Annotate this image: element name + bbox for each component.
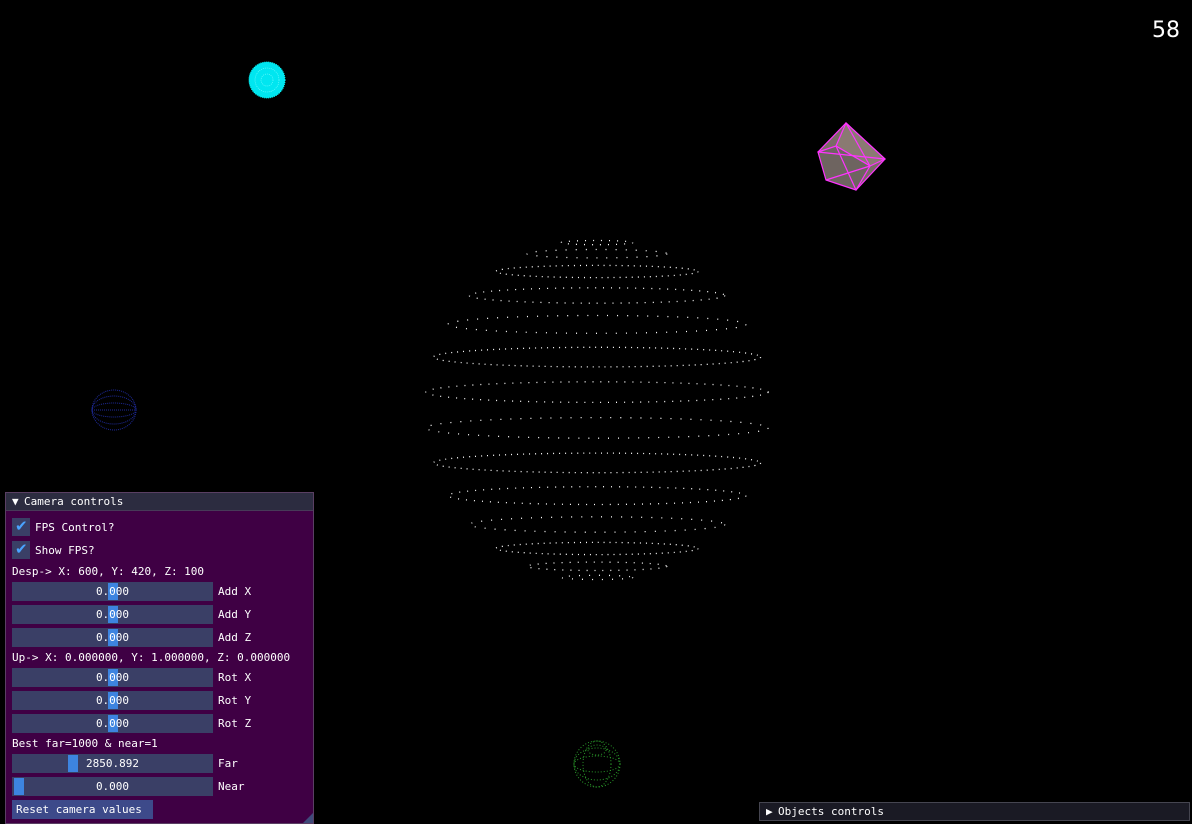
best-far-near-text: Best far=1000 & near=1 [12, 737, 158, 750]
show-fps-label: Show FPS? [35, 544, 95, 557]
rot-z-slider[interactable]: 0.000 [12, 714, 213, 733]
rot-x-label: Rot X [218, 671, 252, 684]
fps-control-label: FPS Control? [35, 521, 115, 534]
add-z-value: 0.000 [95, 631, 130, 644]
add-y-label: Add Y [218, 608, 252, 621]
far-value: 2850.892 [86, 757, 139, 770]
rot-z-label: Rot Z [218, 717, 252, 730]
collapse-arrow-icon[interactable]: ▼ [12, 493, 24, 510]
add-x-slider[interactable]: 0.000 [12, 582, 213, 601]
fps-counter: 58 [1152, 18, 1180, 43]
camera-controls-titlebar[interactable]: ▼ Camera controls [6, 493, 313, 511]
resize-grip[interactable] [303, 813, 313, 823]
rot-y-label: Rot Y [218, 694, 252, 707]
camera-controls-title: Camera controls [24, 495, 124, 508]
fps-control-row: ✔ FPS Control? [12, 517, 313, 538]
point-ring [447, 486, 747, 506]
expand-arrow-icon[interactable]: ▶ [766, 803, 778, 820]
point-ring [468, 516, 726, 533]
point-ring [495, 264, 699, 279]
reset-camera-button[interactable]: Reset camera values [12, 800, 153, 819]
point-ring [425, 416, 769, 439]
show-fps-row: ✔ Show FPS? [12, 540, 313, 561]
far-slider[interactable]: 2850.892 [12, 754, 213, 773]
objects-controls-window[interactable]: ▶ Objects controls [759, 802, 1190, 821]
point-ring [432, 452, 762, 474]
white-point-sphere [425, 239, 769, 581]
cyan-sphere [248, 61, 286, 99]
rot-z-value: 0.000 [95, 717, 130, 730]
point-ring [495, 541, 699, 556]
add-x-value: 0.000 [95, 585, 130, 598]
objects-controls-title: Objects controls [778, 805, 884, 818]
add-y-value: 0.000 [95, 608, 130, 621]
blue-sphere [91, 389, 137, 431]
point-ring [468, 287, 726, 304]
magenta-cube [817, 121, 887, 191]
far-label: Far [218, 757, 238, 770]
camera-controls-window: ▼ Camera controls ✔ FPS Control? ✔ Show F… [5, 492, 314, 824]
point-ring [560, 574, 634, 581]
near-slider[interactable]: 0.000 [12, 777, 213, 796]
near-value: 0.000 [95, 780, 130, 793]
point-ring [526, 248, 668, 259]
green-sphere [573, 740, 621, 788]
fps-control-checkbox[interactable]: ✔ [12, 517, 30, 536]
point-ring [447, 314, 747, 334]
rot-x-slider[interactable]: 0.000 [12, 668, 213, 687]
add-z-slider[interactable]: 0.000 [12, 628, 213, 647]
show-fps-checkbox[interactable]: ✔ [12, 540, 30, 559]
desp-text: Desp-> X: 600, Y: 420, Z: 100 [12, 565, 205, 578]
point-ring [432, 346, 762, 368]
near-label: Near [218, 780, 245, 793]
rot-y-value: 0.000 [95, 694, 130, 707]
rot-y-slider[interactable]: 0.000 [12, 691, 213, 710]
add-x-label: Add X [218, 585, 252, 598]
check-icon: ✔ [15, 540, 28, 558]
rot-x-value: 0.000 [95, 671, 130, 684]
add-z-label: Add Z [218, 631, 252, 644]
check-icon: ✔ [15, 517, 28, 535]
point-ring [526, 561, 668, 572]
point-ring [560, 239, 634, 246]
point-ring [425, 381, 769, 404]
add-y-slider[interactable]: 0.000 [12, 605, 213, 624]
up-text: Up-> X: 0.000000, Y: 1.000000, Z: 0.0000… [12, 651, 291, 664]
